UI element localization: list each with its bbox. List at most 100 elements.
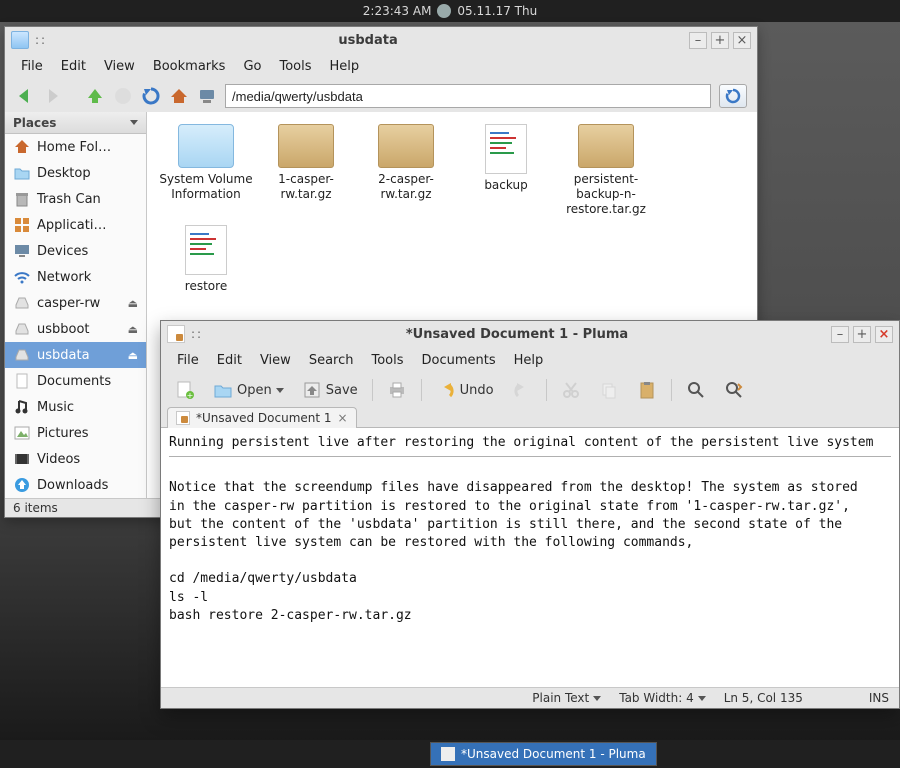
copy-button[interactable] [595, 378, 623, 402]
sidebar-item-downloads[interactable]: Downloads [5, 472, 146, 498]
file-item[interactable]: 1-casper-rw.tar.gz [259, 124, 353, 202]
sidebar-item-casper-rw[interactable]: casper-rw⏏ [5, 290, 146, 316]
fm-menu-bookmarks[interactable]: Bookmarks [145, 57, 234, 76]
ed-titlebar[interactable]: :: *Unsaved Document 1 - Pluma – + × [161, 321, 899, 347]
sidebar-item-usbboot[interactable]: usbboot⏏ [5, 316, 146, 342]
redo-button[interactable] [508, 378, 536, 402]
file-label: 2-casper-rw.tar.gz [359, 172, 453, 202]
ed-tabwidth-selector[interactable]: Tab Width: 4 [619, 691, 705, 705]
redo-icon [512, 380, 532, 400]
file-item[interactable]: backup [459, 124, 553, 193]
undo-button[interactable]: Undo [432, 378, 498, 402]
sidebar-item-videos[interactable]: Videos [5, 446, 146, 472]
sidebar-item-label: Applicati… [37, 218, 106, 233]
sidebar-item-home-fol-[interactable]: Home Fol… [5, 134, 146, 160]
ed-menu-help[interactable]: Help [506, 351, 552, 370]
places-header[interactable]: Places [5, 112, 146, 134]
sidebar-item-label: usbdata [37, 348, 90, 363]
file-item[interactable]: 2-casper-rw.tar.gz [359, 124, 453, 202]
fm-title: usbdata [47, 33, 689, 48]
nav-stop-icon[interactable] [113, 86, 133, 106]
fm-menu-view[interactable]: View [96, 57, 143, 76]
clock-date: 05.11.17 Thu [457, 4, 537, 18]
paste-button[interactable] [633, 378, 661, 402]
fm-menu-go[interactable]: Go [235, 57, 269, 76]
ed-minimize-button[interactable]: – [831, 326, 849, 343]
find-replace-button[interactable] [720, 378, 748, 402]
fm-maximize-button[interactable]: + [711, 32, 729, 49]
sidebar-item-trash-can[interactable]: Trash Can [5, 186, 146, 212]
ed-insert-mode[interactable]: INS [869, 691, 889, 705]
open-folder-icon [213, 380, 233, 400]
sidebar-item-usbdata[interactable]: usbdata ⏏ [5, 342, 146, 368]
sidebar-item-desktop[interactable]: Desktop [5, 160, 146, 186]
close-tab-icon[interactable]: × [338, 411, 348, 425]
sidebar-item-label: Trash Can [37, 192, 101, 207]
sidebar-item-devices[interactable]: Devices [5, 238, 146, 264]
file-item[interactable]: restore [159, 225, 253, 294]
chevron-down-icon [698, 696, 706, 701]
cut-button[interactable] [557, 378, 585, 402]
open-button[interactable]: Open [209, 378, 288, 402]
ed-menu-view[interactable]: View [252, 351, 299, 370]
fm-menu-file[interactable]: File [13, 57, 51, 76]
bottom-panel: *Unsaved Document 1 - Pluma [0, 740, 900, 768]
fm-menu-tools[interactable]: Tools [271, 57, 319, 76]
eject-icon[interactable]: ⏏ [128, 349, 138, 362]
ed-menu-tools[interactable]: Tools [363, 351, 411, 370]
eject-icon[interactable]: ⏏ [128, 297, 138, 310]
ed-statusbar: Plain Text Tab Width: 4 Ln 5, Col 135 IN… [161, 688, 899, 708]
ed-menu-documents[interactable]: Documents [414, 351, 504, 370]
file-item[interactable]: persistent-backup-n-restore.tar.gz [559, 124, 653, 217]
new-file-button[interactable]: + [171, 378, 199, 402]
ed-lang-selector[interactable]: Plain Text [532, 691, 601, 705]
text-editor-window: :: *Unsaved Document 1 - Pluma – + × Fil… [160, 320, 900, 709]
music-icon [13, 398, 31, 416]
nav-back-icon[interactable] [15, 86, 35, 106]
sidebar-item-label: Desktop [37, 166, 91, 181]
taskbar-item-pluma[interactable]: *Unsaved Document 1 - Pluma [430, 742, 657, 766]
folder-icon [13, 164, 31, 182]
sidebar-item-applicati-[interactable]: Applicati… [5, 212, 146, 238]
nav-home-icon[interactable] [169, 86, 189, 106]
sidebar-item-label: Devices [37, 244, 88, 259]
nav-forward-icon[interactable] [43, 86, 63, 106]
apps-icon [13, 216, 31, 234]
print-button[interactable] [383, 378, 411, 402]
ed-maximize-button[interactable]: + [853, 326, 871, 343]
editor-text-area[interactable]: Running persistent live after restoring … [161, 428, 899, 688]
ed-menu-file[interactable]: File [169, 351, 207, 370]
new-file-icon: + [175, 380, 195, 400]
nav-computer-icon[interactable] [197, 86, 217, 106]
find-button[interactable] [682, 378, 710, 402]
editor-rule [169, 456, 891, 457]
sidebar-item-label: Pictures [37, 426, 88, 441]
ed-tab[interactable]: *Unsaved Document 1 × [167, 407, 357, 428]
fm-close-button[interactable]: × [733, 32, 751, 49]
fm-menu-help[interactable]: Help [322, 57, 368, 76]
sidebar-item-pictures[interactable]: Pictures [5, 420, 146, 446]
ed-menu-edit[interactable]: Edit [209, 351, 250, 370]
ed-close-button[interactable]: × [875, 326, 893, 343]
nav-up-icon[interactable] [85, 86, 105, 106]
ed-toolbar: + Open Save Undo [161, 374, 899, 406]
fm-minimize-button[interactable]: – [689, 32, 707, 49]
location-input[interactable] [225, 84, 711, 108]
toolbar-separator [421, 379, 422, 401]
sidebar-item-network[interactable]: Network [5, 264, 146, 290]
sidebar-item-label: Downloads [37, 478, 108, 493]
nav-reload-icon[interactable] [141, 86, 161, 106]
fm-titlebar[interactable]: :: usbdata – + × [5, 27, 757, 53]
save-label: Save [326, 383, 358, 398]
cut-icon [561, 380, 581, 400]
sidebar-item-documents[interactable]: Documents [5, 368, 146, 394]
location-go-button[interactable] [719, 84, 747, 108]
ed-menu-search[interactable]: Search [301, 351, 362, 370]
archive-icon [278, 124, 334, 168]
save-button[interactable]: Save [298, 378, 362, 402]
fm-menu-edit[interactable]: Edit [53, 57, 94, 76]
eject-icon[interactable]: ⏏ [128, 323, 138, 336]
file-item[interactable]: System Volume Information [159, 124, 253, 202]
undo-label: Undo [460, 383, 494, 398]
sidebar-item-music[interactable]: Music [5, 394, 146, 420]
